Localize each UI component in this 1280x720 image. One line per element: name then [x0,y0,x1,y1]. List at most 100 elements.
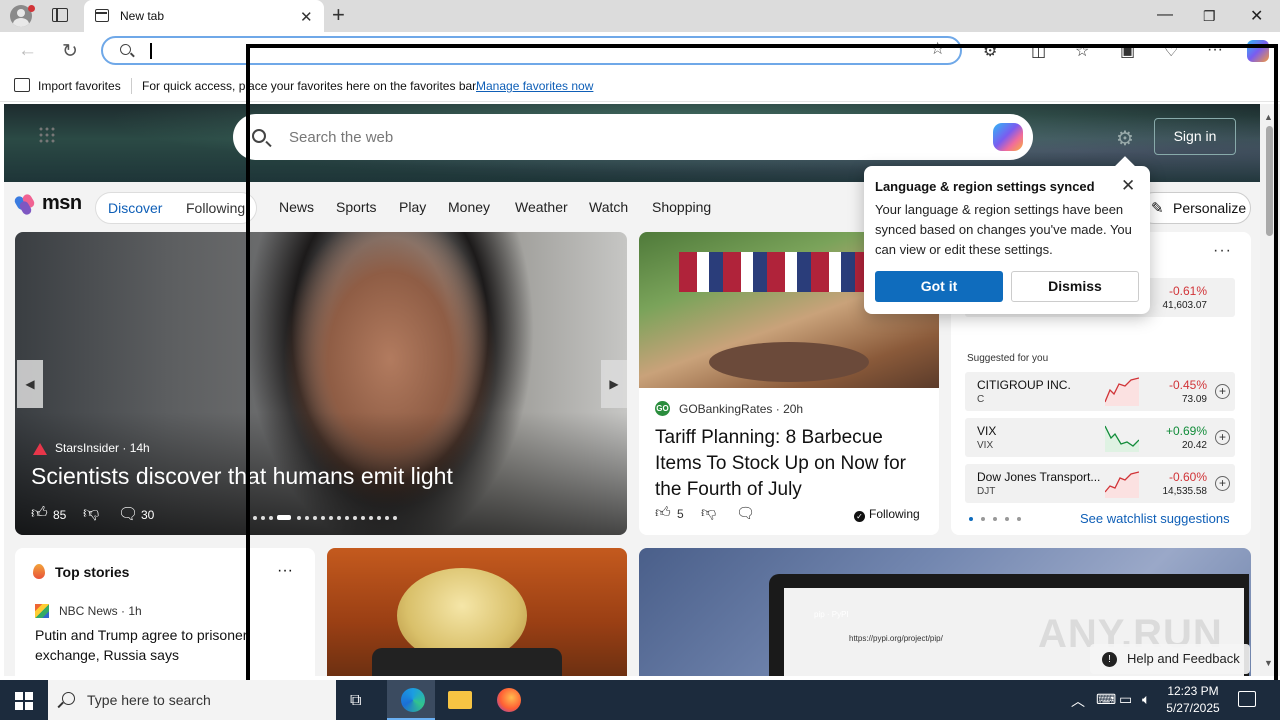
scroll-down-icon[interactable]: ▼ [1264,658,1273,668]
taskbar-clock[interactable]: 12:23 PM 5/27/2025 [1163,683,1223,717]
restore-icon[interactable]: ❐ [1203,8,1216,25]
taskbar-edge[interactable] [387,680,435,720]
like-icon[interactable]: 👍︎ [31,504,48,523]
minimize-icon[interactable]: — [1157,6,1173,24]
favorite-star-icon[interactable]: ☆ [930,39,945,59]
app-launcher-icon[interactable] [38,126,56,144]
nav-news[interactable]: News [279,199,314,215]
scroll-thumb[interactable] [1266,126,1273,236]
tab-new-tab[interactable]: New tab ✕ [84,0,324,32]
add-to-watchlist-icon[interactable]: + [1215,384,1230,399]
help-feedback-button[interactable]: ! Help and Feedback [1090,644,1250,674]
carousel-next-icon[interactable]: ▶ [601,360,627,408]
web-search-box[interactable]: Search the web [233,114,1033,160]
tab-following[interactable]: Following [186,200,245,216]
msn-logo-text[interactable]: msn [42,192,82,215]
carousel-indicator[interactable] [253,515,403,521]
watchlist-row[interactable]: Dow Jones Transport... DJT -0.60% 14,535… [965,464,1235,503]
nav-sports[interactable]: Sports [336,199,376,215]
notification-center-icon[interactable] [1238,691,1256,707]
popup-title: Language & region settings synced [875,179,1095,194]
edge-icon [401,688,425,712]
dislike-icon[interactable]: 👎︎ [701,504,716,522]
refresh-icon[interactable]: ↻ [62,40,78,63]
feed-tabs: Discover Following [95,192,257,224]
nav-weather[interactable]: Weather [515,199,568,215]
story-headline[interactable]: Putin and Trump agree to prisoner exchan… [35,625,305,665]
navigation-bar: ← ↻ ☆ ⚙ ◫ ☆ ▣ ♡ ··· [0,32,1280,70]
copilot-icon[interactable] [1247,40,1269,62]
tray-device-icon[interactable]: ⌨ [1096,691,1116,708]
nav-shopping[interactable]: Shopping [652,199,711,215]
windows-start-icon[interactable] [15,692,33,710]
comment-icon[interactable]: 🗨︎ [118,504,138,524]
network-icon[interactable]: ▭ [1119,691,1132,708]
stock-name: Dow Jones Transport... [977,470,1101,484]
window-close-icon[interactable]: ✕ [1250,6,1263,26]
tab-strip: New tab ✕ + — ❐ ✕ [0,0,1280,32]
more-menu-icon[interactable]: ··· [1207,41,1223,59]
watchlist-suggestions-link[interactable]: See watchlist suggestions [1080,511,1230,526]
stock-price: 14,535.58 [1162,486,1208,497]
nav-money[interactable]: Money [448,199,490,215]
import-favorites-button[interactable]: Import favorites [38,79,121,93]
add-to-watchlist-icon[interactable]: + [1215,430,1230,445]
manage-favorites-link[interactable]: Manage favorites now [476,79,593,93]
comment-icon[interactable]: 🗨︎ [736,504,755,522]
dislike-icon[interactable]: 👎︎ [83,504,99,523]
nav-watch[interactable]: Watch [589,199,628,215]
add-to-watchlist-icon[interactable]: + [1215,476,1230,491]
msn-logo-icon[interactable] [13,192,36,217]
popup-close-icon[interactable]: ✕ [1121,176,1135,196]
back-arrow-icon[interactable]: ← [18,40,37,62]
tab-discover[interactable]: Discover [108,200,162,216]
close-tab-icon[interactable]: ✕ [300,8,313,26]
address-bar[interactable]: ☆ [101,36,962,65]
nav-play[interactable]: Play [399,199,426,215]
volume-icon[interactable]: 🔈︎ [1142,691,1150,708]
collections-icon[interactable]: ▣ [1120,41,1135,61]
split-screen-icon[interactable]: ◫ [1031,41,1046,61]
tray-chevron-up-icon[interactable]: ︿ [1071,691,1085,711]
stock-name: CITIGROUP INC. [977,378,1071,392]
taskbar-firefox[interactable] [484,680,532,720]
following-badge[interactable]: ✓ Following [854,507,920,522]
copilot-search-icon[interactable] [993,123,1023,151]
main-story-card[interactable]: ◀ ▶ StarsInsider · 14h Scientists discov… [15,232,627,535]
like-icon[interactable]: 👍︎ [655,504,671,522]
got-it-button[interactable]: Got it [875,271,1003,302]
extensions-icon[interactable]: ⚙ [983,41,997,61]
taskbar-search-placeholder[interactable]: Type here to search [87,692,211,708]
clock-date: 5/27/2025 [1166,701,1220,715]
browser-essentials-icon[interactable]: ♡ [1164,41,1178,61]
personalize-button[interactable]: ✎ Personalize [1138,192,1251,224]
flame-icon [33,564,45,579]
watchlist-pager[interactable] [969,517,1029,523]
tab-actions-icon[interactable] [52,8,68,22]
task-view-icon[interactable]: ⧉ [350,692,361,710]
dismiss-button[interactable]: Dismiss [1011,271,1139,302]
protein-powder-story-card[interactable] [327,548,627,676]
taskbar-search-box[interactable]: Type here to search [48,680,336,720]
watchlist-more-icon[interactable]: ··· [1213,242,1232,260]
stock-ticker: DJT [977,486,996,497]
sign-in-button[interactable]: Sign in [1154,118,1236,155]
story-headline[interactable]: Scientists discover that humans emit lig… [31,463,453,490]
page-scrollbar[interactable]: ▲ ▼ [1260,104,1280,676]
watchlist-row[interactable]: VIX VIX +0.69% 20.42 + [965,418,1235,457]
web-search-placeholder[interactable]: Search the web [289,129,393,146]
scroll-up-icon[interactable]: ▲ [1264,112,1273,122]
taskbar-file-explorer[interactable] [435,680,483,720]
new-tab-plus-icon[interactable]: + [332,3,345,27]
top-stories-more-icon[interactable]: ··· [277,562,293,580]
gobankingrates-logo-icon: GO [655,401,670,416]
stock-change: +0.69% [1165,424,1207,438]
carousel-prev-icon[interactable]: ◀ [17,360,43,408]
sparkline-chart-icon [1105,377,1139,406]
suggested-label: Suggested for you [967,353,1049,364]
notification-dot [28,5,35,12]
page-settings-gear-icon[interactable]: ⚙ [1116,126,1134,151]
favorites-icon[interactable]: ☆ [1075,41,1089,61]
watchlist-row[interactable]: CITIGROUP INC. C -0.45% 73.09 + [965,372,1235,411]
story-headline[interactable]: Tariff Planning: 8 Barbecue Items To Sto… [655,425,925,503]
